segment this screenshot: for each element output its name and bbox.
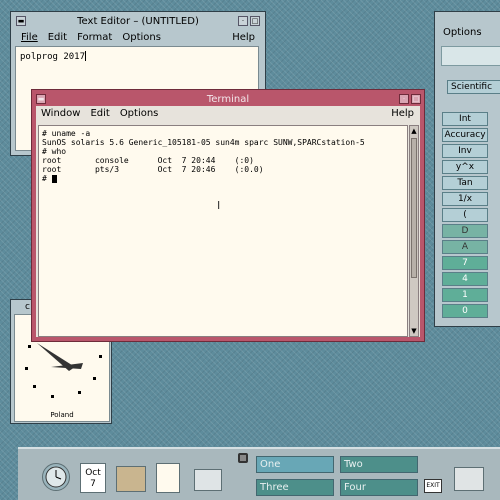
calc-button[interactable]: 1/x [442,192,488,206]
file-manager-icon[interactable] [116,466,146,492]
workspace-two[interactable]: Two [340,456,418,473]
mailer-icon[interactable] [194,469,222,491]
terminal-line: root pts/3 Oct 7 20:46 (:0.0) [42,165,264,174]
menu-format[interactable]: Format [77,32,112,43]
calc-button[interactable]: Accuracy [442,128,488,142]
text-editor-title: Text Editor – (UNTITLED) [77,16,199,27]
menu-window[interactable]: Window [41,108,80,119]
terminal-screen[interactable]: # uname -a SunOS solaris 5.6 Generic_1051… [38,125,408,337]
calculator-mode-select[interactable]: Scientific [447,80,500,94]
window-menu-icon[interactable]: ▬ [36,94,46,104]
scroll-thumb[interactable] [411,138,417,278]
calc-button[interactable]: D [442,224,488,238]
exit-button[interactable]: EXIT [424,479,442,493]
calc-button[interactable]: Inv [442,144,488,158]
minimize-icon[interactable]: · [238,16,248,26]
calc-button[interactable]: ( [442,208,488,222]
clock-icon[interactable] [42,463,70,491]
scroll-up-arrow[interactable]: ▲ [410,126,418,136]
calendar-icon[interactable]: Oct 7 [80,463,106,493]
terminal-line: SunOS solaris 5.6 Generic_105181-05 sun4… [42,138,365,147]
terminal-inner: Window Edit Options Help # uname -a SunOS… [36,106,420,337]
maximize-icon[interactable]: □ [411,94,421,104]
text-cursor [85,51,87,61]
clock-title: c [25,302,30,312]
calc-button[interactable]: 4 [442,272,488,286]
text-editor-text: polprog 2017 [20,52,86,62]
menu-options[interactable]: Options [120,108,159,119]
clock-location: Poland [50,411,74,419]
calc-button[interactable]: 7 [442,256,488,270]
calc-button[interactable]: Int [442,112,488,126]
calendar-month: Oct [85,468,101,478]
menu-options[interactable]: Options [122,32,161,43]
workspace-one[interactable]: One [256,456,334,473]
menu-help[interactable]: Help [232,32,255,43]
printer-icon[interactable] [454,467,484,491]
window-menu-icon[interactable]: ▬ [16,16,26,26]
menu-edit[interactable]: Edit [90,108,109,119]
workspace-three[interactable]: Three [256,479,334,496]
terminal-line: # [42,174,404,183]
text-editor-menubar: File Edit Format Options [21,32,161,43]
text-cursor-icon: I [217,199,221,212]
scroll-down-arrow[interactable]: ▼ [410,326,418,336]
terminal-output: # uname -a SunOS solaris 5.6 Generic_1051… [42,129,404,183]
calc-button[interactable]: y^x [442,160,488,174]
calc-button[interactable]: 0 [442,304,488,318]
minimize-icon[interactable]: · [399,94,409,104]
terminal-title-bar[interactable]: ▬ Terminal · □ [35,93,421,106]
terminal-menubar: Window Edit Options [41,108,158,119]
terminal-line: # uname -a [42,129,91,138]
calculator-options-menu[interactable]: Options [443,27,482,38]
text-editor-title-bar[interactable]: ▬ Text Editor – (UNTITLED) · □ [14,15,262,28]
calculator-display [441,46,500,66]
calculator-window[interactable]: Options Scientific Int Accuracy Inv y^x Tan 1… [434,11,500,327]
calc-button[interactable]: A [442,240,488,254]
terminal-scrollbar[interactable]: ▲ ▼ [409,125,419,337]
menu-file[interactable]: File [21,32,38,43]
terminal-line: # who [42,147,67,156]
calc-button[interactable]: Tan [442,176,488,190]
terminal-cursor [51,174,57,183]
maximize-icon[interactable]: □ [250,16,260,26]
terminal-title: Terminal [206,94,250,105]
menu-edit[interactable]: Edit [48,32,67,43]
front-panel: Oct 7 One Two Three Four EXIT [18,447,500,500]
terminal-window[interactable]: ▬ Terminal · □ Window Edit Options Help … [31,89,425,342]
calc-button[interactable]: 1 [442,288,488,302]
lock-icon[interactable] [238,453,248,463]
workspace-four[interactable]: Four [340,479,418,496]
calendar-day: 7 [90,479,96,489]
text-editor-icon[interactable] [156,463,180,493]
terminal-line: root console Oct 7 20:44 (:0) [42,156,254,165]
menu-help[interactable]: Help [391,108,414,119]
